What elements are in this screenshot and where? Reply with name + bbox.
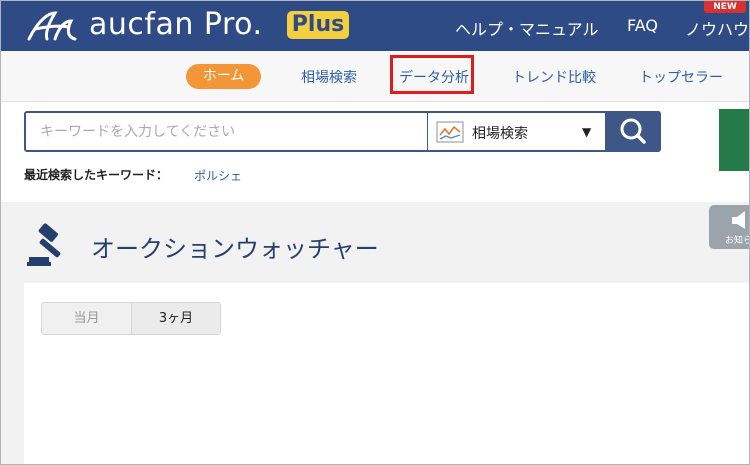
news-side-tab[interactable]: お知ら — [709, 205, 749, 249]
search-divider — [427, 113, 428, 150]
recent-keyword-link[interactable]: ポルシェ — [194, 167, 242, 184]
search-icon — [620, 118, 646, 144]
nav-knowhow[interactable]: ノウハウ — [685, 16, 749, 40]
app-frame: aucfan Pro. Plus ヘルプ・マニュアル FAQ ノウハウ NEW … — [0, 0, 750, 465]
tab-three-months[interactable]: 3ヶ月 — [132, 303, 220, 334]
nav-top-seller[interactable]: トップセラー — [639, 67, 723, 87]
highlight-frame — [390, 55, 474, 94]
search-area: 相場検索 ▼ 最近検索したキーワード： ポルシェ — [1, 102, 749, 202]
nav-faq[interactable]: FAQ — [627, 16, 658, 35]
plan-badge: Plus — [287, 11, 349, 39]
chart-icon — [436, 121, 464, 143]
tab-current-month[interactable]: 当月 — [42, 303, 132, 334]
search-category-select[interactable]: 相場検索 ▼ — [436, 119, 606, 145]
nav-trend-compare[interactable]: トレンド比較 — [512, 67, 596, 87]
side-banner[interactable] — [719, 109, 749, 171]
sub-navigation: ホーム 相場検索 データ分析 トレンド比較 トップセラー — [1, 51, 749, 102]
speaker-icon — [732, 211, 745, 229]
logo-text[interactable]: aucfan Pro. — [89, 7, 263, 42]
chevron-down-icon: ▼ — [582, 125, 592, 139]
search-button[interactable] — [605, 111, 661, 152]
news-tab-label: お知ら — [725, 236, 750, 246]
aucfan-logo-icon[interactable] — [25, 9, 85, 45]
new-badge: NEW — [704, 1, 746, 13]
search-category-label: 相場検索 — [472, 126, 528, 142]
recent-keywords-label: 最近検索したキーワード： — [24, 168, 169, 182]
top-header: aucfan Pro. Plus ヘルプ・マニュアル FAQ ノウハウ NEW — [1, 1, 749, 51]
gavel-icon — [27, 223, 61, 266]
search-input[interactable] — [26, 113, 424, 150]
search-box: 相場検索 ▼ — [24, 111, 661, 152]
page-title: オークションウォッチャー — [91, 235, 379, 263]
nav-market-search[interactable]: 相場検索 — [301, 67, 357, 87]
nav-home[interactable]: ホーム — [186, 64, 261, 89]
period-tabs: 当月 3ヶ月 — [41, 302, 221, 335]
nav-help-manual[interactable]: ヘルプ・マニュアル — [455, 16, 599, 40]
content-panel: 当月 3ヶ月 — [24, 283, 749, 464]
